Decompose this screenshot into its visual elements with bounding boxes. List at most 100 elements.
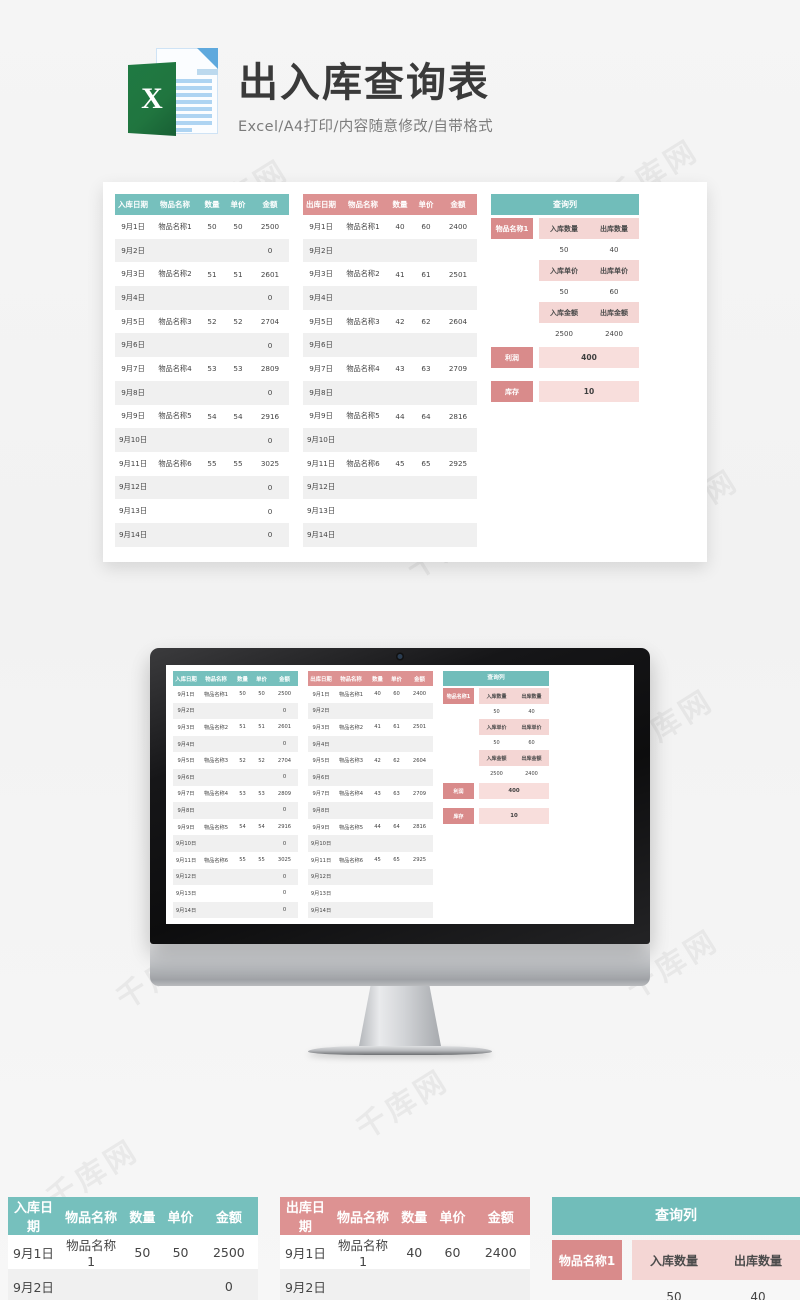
table-row[interactable]: 9月5日 物品名称3 42 62 2604 <box>308 752 433 769</box>
cell-outbound-8-3: 64 <box>393 824 400 831</box>
table-row[interactable]: 9月4日 0 <box>115 286 289 310</box>
monitor-stand-neck <box>359 986 441 1046</box>
table-row[interactable]: 9月2日 0 <box>8 1269 259 1300</box>
cell-outbound-1-3 <box>413 239 439 263</box>
page-subtitle: Excel/A4打印/内容随意修改/自带格式 <box>238 119 494 135</box>
cell-outbound-4-0: 9月5日 <box>312 758 330 765</box>
column-header-outbound-3: 单价 <box>387 671 406 686</box>
cell-inbound-4-2: 52 <box>239 757 246 764</box>
table-row[interactable]: 9月6日 0 <box>115 333 289 358</box>
page-header: X 出入库查询表 Excel/A4打印/内容随意修改/自带格式 <box>0 46 800 150</box>
table-row[interactable]: 9月8日 <box>303 380 477 405</box>
table-row[interactable]: 9月9日 物品名称5 44 64 2816 <box>303 404 477 429</box>
profit-value: 400 <box>479 783 549 799</box>
query-qty-headers: 入库数量 出库数量 <box>632 1240 800 1280</box>
table-row[interactable]: 9月7日 物品名称4 43 63 2709 <box>308 785 433 803</box>
table-row[interactable]: 9月1日 物品名称1 50 50 2500 <box>8 1235 259 1269</box>
cell-outbound-13-0: 9月14日 <box>306 529 336 539</box>
cell-outbound-0-2: 40 <box>374 691 381 698</box>
table-row[interactable]: 9月3日 物品名称2 41 61 2501 <box>303 262 477 287</box>
table-row[interactable]: 9月14日 0 <box>115 522 289 547</box>
table-row[interactable]: 9月3日 物品名称2 51 51 2601 <box>173 719 298 736</box>
column-header-outbound-1: 物品名称 <box>339 194 387 215</box>
query-item-tag[interactable]: 物品名称1 <box>491 218 533 239</box>
column-header-inbound-4: 金额 <box>251 194 289 215</box>
query-price-values: 50 60 <box>539 281 639 302</box>
table-row[interactable]: 9月1日 物品名称1 40 60 2400 <box>308 686 433 703</box>
cell-outbound-1-1 <box>334 703 368 720</box>
table-row[interactable]: 9月5日 物品名称3 42 62 2604 <box>303 309 477 334</box>
table-row[interactable]: 9月1日 物品名称1 40 60 2400 <box>279 1235 530 1269</box>
table-row[interactable]: 9月9日 物品名称5 54 54 2916 <box>115 404 289 429</box>
cell-inbound-10-4: 3025 <box>277 857 292 864</box>
table-row[interactable]: 9月6日 0 <box>173 768 298 786</box>
table-row[interactable]: 9月11日 物品名称6 45 65 2925 <box>308 851 433 869</box>
table-row[interactable]: 9月5日 物品名称3 52 52 2704 <box>115 309 289 334</box>
table-row[interactable]: 9月6日 <box>303 333 477 358</box>
table-row[interactable]: 9月12日 <box>308 868 433 886</box>
table-row[interactable]: 9月1日 物品名称1 40 60 2400 <box>303 215 477 239</box>
table-row[interactable]: 9月12日 0 <box>115 475 289 500</box>
table-row[interactable]: 9月14日 0 <box>173 901 298 919</box>
cell-outbound-3-3 <box>413 286 439 310</box>
table-row[interactable]: 9月9日 物品名称5 44 64 2816 <box>308 818 433 836</box>
table-row[interactable]: 9月3日 物品名称2 41 61 2501 <box>308 719 433 736</box>
table-row[interactable]: 9月11日 物品名称6 55 55 3025 <box>173 851 298 869</box>
table-row[interactable]: 9月12日 <box>303 475 477 500</box>
cell-inbound-0-0: 9月1日 <box>177 691 195 698</box>
outbound-table: 出库日期物品名称数量单价金额9月1日物品名称1406024009月2日9月3日物… <box>279 1197 530 1300</box>
cell-inbound-10-0: 9月11日 <box>175 857 197 864</box>
cell-outbound-6-0: 9月7日 <box>312 791 330 798</box>
query-item-tag[interactable]: 物品名称1 <box>443 688 474 704</box>
table-row[interactable]: 9月1日 物品名称1 50 50 2500 <box>115 215 289 239</box>
table-row[interactable]: 9月3日 物品名称2 51 51 2601 <box>115 262 289 287</box>
table-row[interactable]: 9月10日 0 <box>115 428 289 452</box>
table-row[interactable]: 9月7日 物品名称4 43 63 2709 <box>303 357 477 381</box>
cell-outbound-6-4: 2709 <box>448 364 468 374</box>
table-row[interactable]: 9月5日 物品名称3 52 52 2704 <box>173 752 298 769</box>
table-row[interactable]: 9月13日 <box>303 499 477 523</box>
table-row[interactable]: 9月8日 0 <box>115 380 289 405</box>
table-row[interactable]: 9月11日 物品名称6 45 65 2925 <box>303 451 477 476</box>
qty-out-value: 40 <box>750 1290 766 1300</box>
query-qty-headers: 入库数量 出库数量 <box>539 218 639 239</box>
cell-outbound-1-0: 9月2日 <box>309 245 333 255</box>
table-row[interactable]: 9月10日 <box>303 428 477 452</box>
query-panel: 查询列物品名称1 入库数量 出库数量 50 40 入库单价 出库单价 50 60 入库金额 出库金额… <box>491 194 639 547</box>
cell-outbound-1-1 <box>339 239 387 263</box>
column-header-outbound-3: 单价 <box>433 1197 472 1235</box>
table-row[interactable]: 9月1日 物品名称1 50 50 2500 <box>173 686 298 703</box>
table-row[interactable]: 9月4日 <box>303 286 477 310</box>
table-row[interactable]: 9月4日 0 <box>173 735 298 753</box>
column-header-inbound-3: 单价 <box>161 1197 200 1235</box>
cell-outbound-11-4 <box>406 869 433 886</box>
table-row[interactable]: 9月2日 0 <box>115 238 289 263</box>
table-row[interactable]: 9月4日 <box>308 735 433 753</box>
query-amount-values: 2500 2400 <box>539 323 639 344</box>
table-row[interactable]: 9月10日 0 <box>173 835 298 852</box>
table-row[interactable]: 9月2日 <box>279 1269 530 1300</box>
table-row[interactable]: 9月2日 0 <box>173 702 298 720</box>
table-row[interactable]: 9月14日 <box>303 522 477 547</box>
query-item-tag[interactable]: 物品名称1 <box>552 1240 622 1280</box>
table-row[interactable]: 9月2日 <box>308 702 433 720</box>
table-row[interactable]: 9月9日 物品名称5 54 54 2916 <box>173 818 298 836</box>
cell-outbound-5-2 <box>387 333 413 357</box>
table-row[interactable]: 9月13日 0 <box>173 885 298 902</box>
table-row[interactable]: 9月8日 0 <box>173 802 298 819</box>
cell-inbound-0-0: 9月1日 <box>13 1245 54 1261</box>
table-row[interactable]: 9月12日 0 <box>173 868 298 886</box>
cell-inbound-5-4: 0 <box>267 340 273 350</box>
cell-inbound-7-2 <box>233 802 252 819</box>
table-row[interactable]: 9月10日 <box>308 835 433 852</box>
table-row[interactable]: 9月7日 物品名称4 53 53 2809 <box>173 785 298 803</box>
table-row[interactable]: 9月13日 0 <box>115 499 289 523</box>
query-qty-headers: 入库数量 出库数量 <box>479 688 549 704</box>
table-row[interactable]: 9月8日 <box>308 802 433 819</box>
table-row[interactable]: 9月11日 物品名称6 55 55 3025 <box>115 451 289 476</box>
table-row[interactable]: 9月14日 <box>308 901 433 919</box>
table-row[interactable]: 9月13日 <box>308 885 433 902</box>
table-row[interactable]: 9月7日 物品名称4 53 53 2809 <box>115 357 289 381</box>
table-row[interactable]: 9月6日 <box>308 768 433 786</box>
table-row[interactable]: 9月2日 <box>303 238 477 263</box>
